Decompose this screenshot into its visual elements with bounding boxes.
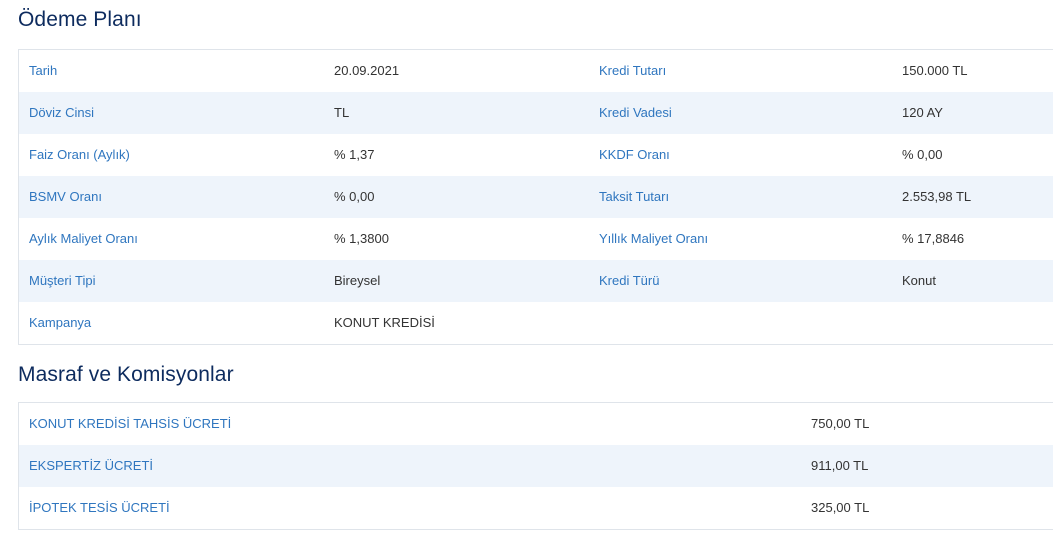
label-interest-rate: Faiz Oranı (Aylık) <box>29 147 130 162</box>
value-mortgage-fee: 325,00 TL <box>811 500 870 515</box>
value-loan-type: Konut <box>902 273 936 288</box>
label-monthly-cost-rate: Aylık Maliyet Oranı <box>29 231 138 246</box>
table-row: Kampanya KONUT KREDİSİ <box>19 302 1053 344</box>
table-row: Aylık Maliyet Oranı % 1,3800 Yıllık Mali… <box>19 218 1053 260</box>
label-customer-type: Müşteri Tipi <box>29 273 96 288</box>
value-appraisal-fee: 911,00 TL <box>811 458 869 473</box>
value-customer-type: Bireysel <box>334 273 381 288</box>
value-campaign: KONUT KREDİSİ <box>334 315 435 330</box>
value-date: 20.09.2021 <box>334 63 400 78</box>
value-allocation-fee: 750,00 TL <box>811 416 870 431</box>
fees-table: KONUT KREDİSİ TAHSİS ÜCRETİ 750,00 TL EK… <box>18 402 1053 530</box>
value-annual-cost-rate: % 17,8846 <box>902 231 965 246</box>
value-bsmv-rate: % 0,00 <box>334 189 375 204</box>
table-row: BSMV Oranı % 0,00 Taksit Tutarı 2.553,98… <box>19 176 1053 218</box>
value-currency: TL <box>334 105 350 120</box>
label-bsmv-rate: BSMV Oranı <box>29 189 102 204</box>
label-currency: Döviz Cinsi <box>29 105 95 120</box>
table-row: EKSPERTİZ ÜCRETİ 911,00 TL <box>19 445 1053 487</box>
label-loan-amount: Kredi Tutarı <box>599 63 667 78</box>
table-row: KONUT KREDİSİ TAHSİS ÜCRETİ 750,00 TL <box>19 403 1053 445</box>
table-row: İPOTEK TESİS ÜCRETİ 325,00 TL <box>19 487 1053 529</box>
label-appraisal-fee: EKSPERTİZ ÜCRETİ <box>29 458 154 473</box>
payment-plan-table: Tarih 20.09.2021 Kredi Tutarı 150.000 TL… <box>18 49 1053 345</box>
label-allocation-fee: KONUT KREDİSİ TAHSİS ÜCRETİ <box>29 416 232 431</box>
label-campaign: Kampanya <box>29 315 92 330</box>
value-kkdf-rate: % 0,00 <box>902 147 943 162</box>
table-row: Müşteri Tipi Bireysel Kredi Türü Konut <box>19 260 1053 302</box>
label-annual-cost-rate: Yıllık Maliyet Oranı <box>599 231 709 246</box>
table-row: Döviz Cinsi TL Kredi Vadesi 120 AY <box>19 92 1053 134</box>
value-loan-term: 120 AY <box>902 105 943 120</box>
label-mortgage-fee: İPOTEK TESİS ÜCRETİ <box>29 500 170 515</box>
label-kkdf-rate: KKDF Oranı <box>599 147 670 162</box>
value-interest-rate: % 1,37 <box>334 147 375 162</box>
table-row: Tarih 20.09.2021 Kredi Tutarı 150.000 TL <box>19 50 1053 92</box>
payment-plan-title: Ödeme Planı <box>18 8 142 31</box>
label-loan-term: Kredi Vadesi <box>599 105 672 120</box>
value-installment-amount: 2.553,98 TL <box>902 189 972 204</box>
label-date: Tarih <box>29 63 58 78</box>
fees-title: Masraf ve Komisyonlar <box>18 363 234 386</box>
table-row: Faiz Oranı (Aylık) % 1,37 KKDF Oranı % 0… <box>19 134 1053 176</box>
label-loan-type: Kredi Türü <box>599 273 660 288</box>
label-installment-amount: Taksit Tutarı <box>599 189 670 204</box>
value-monthly-cost-rate: % 1,3800 <box>334 231 389 246</box>
value-loan-amount: 150.000 TL <box>902 63 968 78</box>
